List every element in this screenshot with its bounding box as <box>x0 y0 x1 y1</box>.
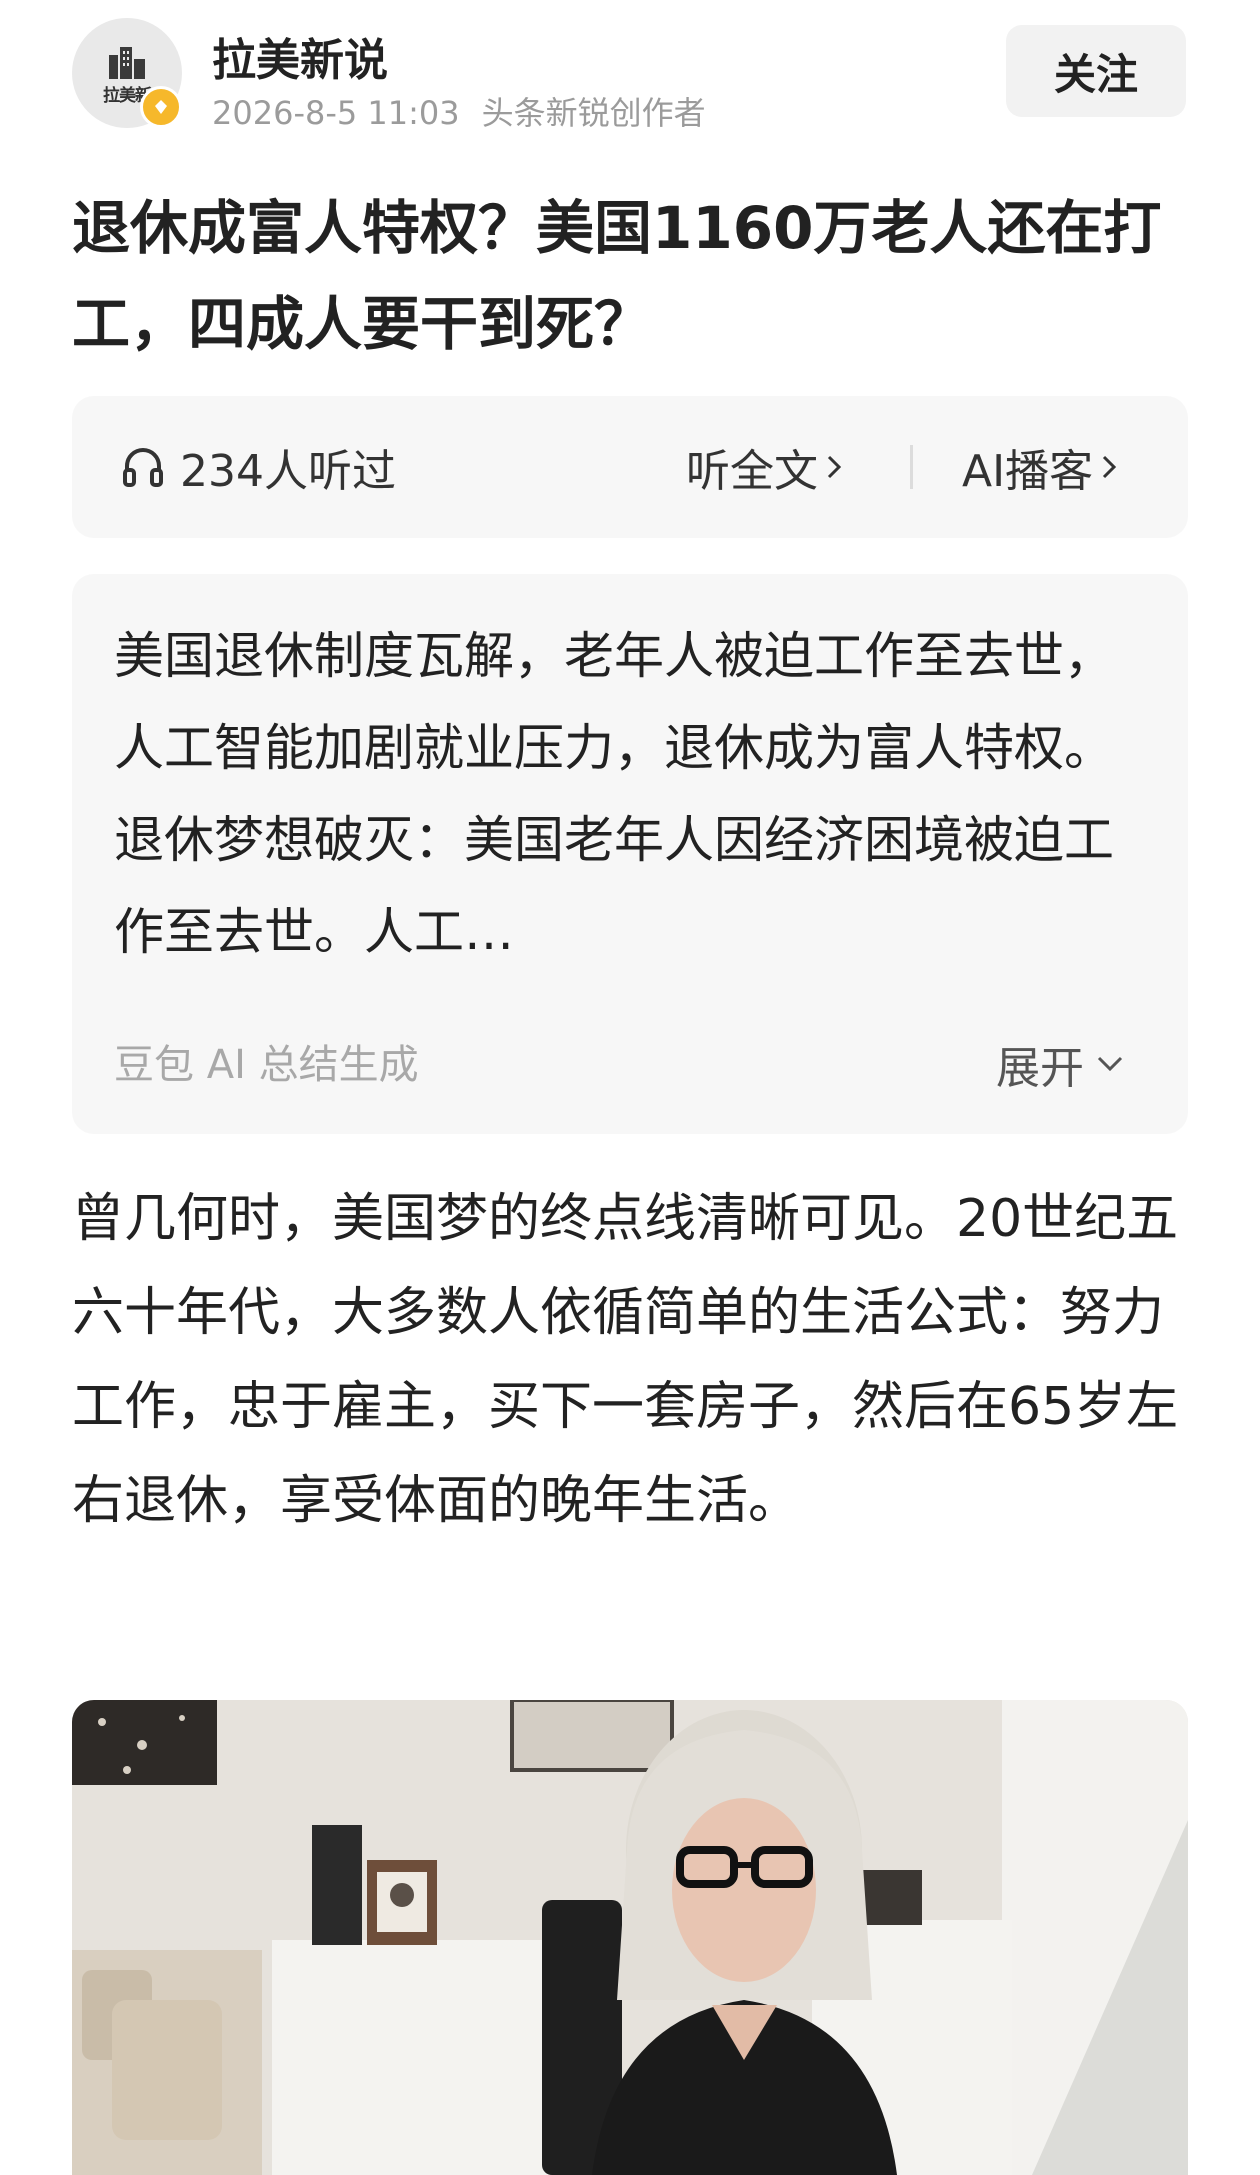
listen-full-text-label: 听全文 <box>686 446 818 497</box>
summary-expand-button[interactable]: 展开 <box>996 1032 1124 1096</box>
ai-podcast-label: AI播客 <box>962 446 1094 497</box>
listen-divider <box>910 445 913 489</box>
chevron-down-icon <box>1097 1056 1123 1072</box>
listen-bar: 234人听过 听全文 AI播客 <box>72 396 1188 538</box>
publish-date: 2026-8-5 11:03 <box>212 94 460 132</box>
article-title: 退休成富人特权？美国1160万老人还在打工，四成人要干到死？ <box>72 194 1162 358</box>
author-name[interactable]: 拉美新说 <box>212 24 388 88</box>
chevron-right-icon <box>1103 455 1117 479</box>
summary-expand-label: 展开 <box>996 1043 1084 1094</box>
listen-count: 234人听过 <box>120 396 396 538</box>
author-role: 头条新锐创作者 <box>481 94 706 132</box>
headphones-icon <box>123 448 163 487</box>
ai-podcast-button[interactable]: AI播客 <box>962 396 1117 538</box>
article-photo[interactable] <box>72 1700 1188 2175</box>
listen-count-label: 234人听过 <box>180 446 396 497</box>
ai-summary-card: 美国退休制度瓦解，老年人被迫工作至去世，人工智能加剧就业压力，退休成为富人特权。… <box>72 574 1188 1134</box>
article-paragraph: 曾几何时，美国梦的终点线清晰可见。20世纪五六十年代，大多数人依循简单的生活公式… <box>72 1189 1179 1531</box>
ai-summary-text: 美国退休制度瓦解，老年人被迫工作至去世，人工智能加剧就业压力，退休成为富人特权。… <box>114 627 1114 961</box>
follow-button[interactable]: 关注 <box>1006 25 1186 117</box>
listen-full-text-button[interactable]: 听全文 <box>686 396 842 538</box>
author-meta: 2026-8-5 11:03 头条新锐创作者 <box>212 88 728 134</box>
building-logo-icon <box>109 46 145 79</box>
verified-badge-icon <box>140 86 182 128</box>
ai-summary-source: 豆包 AI 总结生成 <box>114 1042 419 1088</box>
chevron-right-icon <box>827 455 842 479</box>
